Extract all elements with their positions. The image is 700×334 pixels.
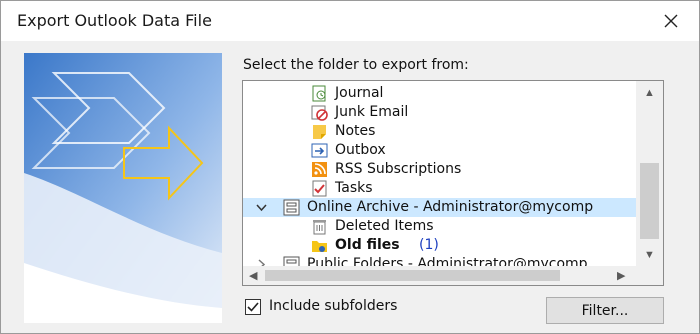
vertical-scrollbar[interactable]: ▲ ▼ bbox=[636, 81, 663, 266]
include-subfolders-label: Include subfolders bbox=[269, 298, 398, 314]
export-dialog: Export Outlook Data File Select the fold… bbox=[0, 0, 700, 334]
outbox-icon bbox=[311, 142, 328, 159]
junk-email-icon bbox=[311, 104, 328, 121]
horizontal-scroll-thumb[interactable] bbox=[265, 270, 560, 281]
tree-item-label: Notes bbox=[335, 123, 376, 139]
chevron-right-icon[interactable] bbox=[253, 256, 270, 266]
tree-item-label: Deleted Items bbox=[335, 218, 434, 234]
tree-item-outbox[interactable]: Outbox bbox=[243, 141, 636, 160]
tree-item-label: RSS Subscriptions bbox=[335, 161, 462, 177]
rss-icon bbox=[311, 161, 328, 178]
tree-item-online-archive[interactable]: Online Archive - Administrator@mycomp bbox=[243, 198, 636, 217]
tree-item-label: Old files bbox=[335, 237, 400, 253]
tree-item-old-files[interactable]: Old files (1) bbox=[243, 236, 636, 255]
tree-item-label: Junk Email bbox=[335, 104, 409, 120]
close-icon bbox=[664, 14, 678, 28]
folder-icon bbox=[311, 237, 328, 254]
tasks-icon bbox=[311, 180, 328, 197]
checkmark-icon bbox=[247, 302, 259, 312]
tree-item-label: Journal bbox=[335, 85, 384, 101]
close-button[interactable] bbox=[657, 7, 685, 35]
chevron-down-icon[interactable] bbox=[253, 199, 270, 216]
notes-icon bbox=[311, 123, 328, 140]
deleted-items-icon bbox=[311, 218, 328, 235]
filter-button[interactable]: Filter... bbox=[546, 297, 664, 324]
public-folders-icon bbox=[283, 256, 300, 266]
scrollbar-corner bbox=[636, 266, 663, 285]
tree-item-tasks[interactable]: Tasks bbox=[243, 179, 636, 198]
folder-tree[interactable]: Journal Junk Email Notes Outbox RSS Subs… bbox=[242, 80, 664, 286]
checkbox-box[interactable] bbox=[245, 299, 261, 315]
unread-count: (1) bbox=[419, 237, 439, 253]
vertical-scroll-thumb[interactable] bbox=[640, 163, 659, 239]
folder-prompt: Select the folder to export from: bbox=[243, 57, 469, 73]
folder-tree-rows: Journal Junk Email Notes Outbox RSS Subs… bbox=[243, 81, 636, 266]
tree-item-notes[interactable]: Notes bbox=[243, 122, 636, 141]
dialog-title: Export Outlook Data File bbox=[17, 11, 212, 30]
tree-item-label: Outbox bbox=[335, 142, 386, 158]
tree-item-label: Public Folders - Administrator@mycomp bbox=[307, 256, 588, 266]
horizontal-scrollbar[interactable]: ◀ ▶ bbox=[243, 266, 636, 285]
tree-item-rss[interactable]: RSS Subscriptions bbox=[243, 160, 636, 179]
tree-item-label: Tasks bbox=[335, 180, 373, 196]
scroll-down-icon[interactable]: ▼ bbox=[644, 249, 655, 261]
tree-item-deleted-items[interactable]: Deleted Items bbox=[243, 217, 636, 236]
scroll-up-icon[interactable]: ▲ bbox=[644, 87, 655, 99]
tree-item-journal[interactable]: Journal bbox=[243, 84, 636, 103]
title-bar: Export Outlook Data File bbox=[1, 1, 699, 41]
tree-item-label: Online Archive - Administrator@mycomp bbox=[307, 199, 594, 215]
tree-item-junk-email[interactable]: Junk Email bbox=[243, 103, 636, 122]
mailbox-icon bbox=[283, 199, 300, 216]
journal-icon bbox=[311, 85, 328, 102]
scroll-right-icon[interactable]: ▶ bbox=[617, 269, 625, 282]
wizard-illustration bbox=[24, 53, 222, 323]
tree-item-public-folders[interactable]: Public Folders - Administrator@mycomp bbox=[243, 255, 636, 266]
scroll-left-icon[interactable]: ◀ bbox=[249, 269, 257, 282]
